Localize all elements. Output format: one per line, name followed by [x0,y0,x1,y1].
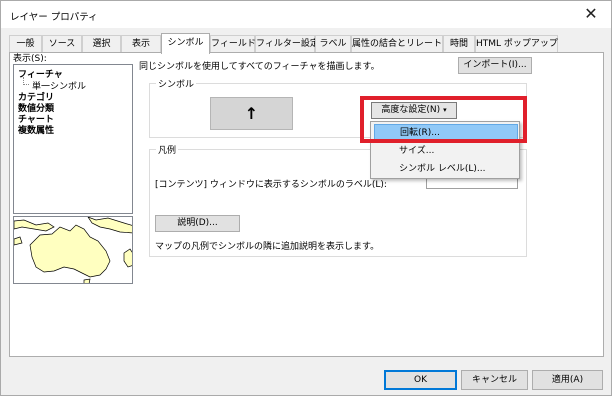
import-button[interactable]: インポート(I)... [458,57,532,74]
title-bar: レイヤー プロパティ ✕ [1,1,611,28]
symbol-group-label: シンボル [156,77,197,90]
menu-item-size[interactable]: サイズ... [374,143,518,159]
tab-symbology[interactable]: シンボル [161,33,210,54]
legend-group-label: 凡例 [156,143,179,156]
renderer-list[interactable]: フィーチャ 単一シンボル カテゴリ 数値分類 チャート 複数属性 [13,64,133,214]
layer-properties-dialog: レイヤー プロパティ ✕ 一般 ソース 選択 表示 シンボル フィールド フィル… [0,0,612,396]
renderer-description: 同じシンボルを使用してすべてのフィーチャを描画します。 [139,62,380,72]
description-button[interactable]: 説明(D)... [155,215,240,232]
window-title: レイヤー プロパティ [10,12,98,23]
tab-definition-query[interactable]: フィルター設定 [255,35,319,53]
arrow-up-icon: ↑ [244,104,259,123]
tab-time[interactable]: 時間 [443,35,475,53]
tab-labels[interactable]: ラベル [315,35,351,53]
cancel-button[interactable]: キャンセル [461,370,528,390]
close-icon[interactable]: ✕ [581,4,601,24]
highlight-annotation-box [360,96,527,143]
tab-source[interactable]: ソース [42,35,82,53]
ok-button[interactable]: OK [384,370,457,390]
show-label: 表示(S): [13,54,47,64]
list-item-multiple-attributes[interactable]: 複数属性 [18,123,54,136]
legend-label-caption: [コンテンツ] ウィンドウに表示するシンボルのラベル(L): [155,180,387,190]
tab-html-popup[interactable]: HTML ポップアップ [475,35,558,53]
tab-display[interactable]: 表示 [121,35,161,53]
apply-button[interactable]: 適用(A) [532,370,603,390]
tab-strip: 一般 ソース 選択 表示 シンボル フィールド フィルター設定 ラベル 属性の結… [9,33,601,54]
menu-item-symbol-levels[interactable]: シンボル レベル(L)... [374,161,518,177]
renderer-preview-map [13,216,133,284]
tab-joins-relates[interactable]: 属性の結合とリレート [351,35,443,53]
description-note: マップの凡例でシンボルの隣に追加説明を表示します。 [155,242,380,252]
symbol-preview-button[interactable]: ↑ [210,97,293,130]
tree-connector [23,84,29,85]
tab-fields[interactable]: フィールド [210,35,256,53]
tab-selection[interactable]: 選択 [82,35,121,53]
australia-map-icon [14,217,132,283]
